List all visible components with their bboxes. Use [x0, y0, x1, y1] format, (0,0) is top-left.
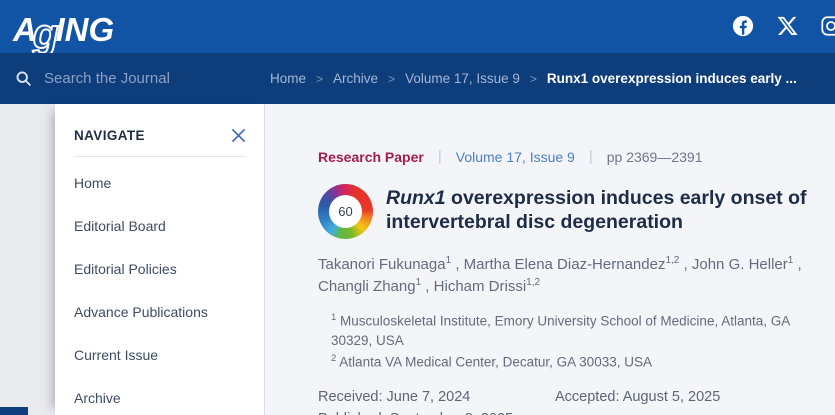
divider: | — [589, 148, 593, 165]
sidebar: NAVIGATE Home Editorial Board Editorial Po… — [55, 104, 265, 415]
main-area: NAVIGATE Home Editorial Board Editorial Po… — [0, 104, 835, 415]
breadcrumb: Home > Archive > Volume 17, Issue 9 > Runx1 ov… — [270, 71, 797, 86]
altmetric-score: 60 — [329, 195, 362, 228]
sidebar-menu: Home Editorial Board Editorial Policies Adv… — [74, 165, 246, 415]
breadcrumb-current: Runx1 overexpression induces early ... — [547, 71, 797, 86]
title-row: 60 Runx1 overexpression induces early on… — [318, 184, 835, 239]
sidebar-item-home[interactable]: Home — [74, 165, 246, 200]
sidebar-header: NAVIGATE — [74, 128, 246, 157]
breadcrumb-link-home[interactable]: Home — [270, 71, 306, 86]
affiliation-sup: 2 — [331, 353, 336, 364]
page-range: pp 2369—2391 — [607, 149, 703, 165]
author-name[interactable]: Changli Zhang1 — [318, 278, 421, 295]
article-dates: Received: June 7, 2024 Accepted: August … — [318, 387, 835, 415]
author-affiliation-sup: 1 — [446, 255, 452, 266]
author-affiliation-sup: 1 — [788, 255, 794, 266]
search-placeholder: Search the Journal — [44, 70, 170, 87]
author-affiliation-sup: 1,2 — [665, 255, 679, 266]
social-links — [732, 15, 835, 37]
article-title: Runx1 overexpression induces early onset… — [386, 186, 835, 235]
author-list: Takanori Fukunaga1 , Martha Elena Diaz-H… — [318, 254, 823, 298]
breadcrumb-separator: > — [316, 72, 323, 86]
article-meta-row: Research Paper | Volume 17, Issue 9 | pp… — [318, 148, 835, 165]
bottom-left-chip — [0, 407, 28, 415]
sidebar-item-archive[interactable]: Archive — [74, 380, 246, 415]
article-type-label: Research Paper — [318, 149, 424, 165]
page: AgING Search the Journal Home > Archive > Vo… — [0, 0, 835, 415]
sidebar-title: NAVIGATE — [74, 128, 145, 143]
author-name[interactable]: Takanori Fukunaga1 — [318, 256, 451, 273]
breadcrumb-link-volume-17-issue-9[interactable]: Volume 17, Issue 9 — [405, 71, 520, 86]
logo-text-ing: ING — [56, 13, 115, 46]
article-header: Research Paper | Volume 17, Issue 9 | pp… — [265, 104, 835, 415]
search-icon — [15, 70, 32, 87]
logo-text-g: g — [33, 13, 59, 54]
facebook-icon[interactable] — [732, 15, 754, 37]
author-affiliation-sup: 1,2 — [526, 277, 540, 288]
author-name[interactable]: Hicham Drissi1,2 — [434, 278, 540, 295]
breadcrumb-separator: > — [388, 72, 395, 86]
sidebar-item-advance-publications[interactable]: Advance Publications — [74, 294, 246, 329]
breadcrumb-separator: > — [530, 72, 537, 86]
author-name[interactable]: John G. Heller1 — [692, 256, 793, 273]
top-header-bar: AgING — [0, 0, 835, 53]
sidebar-item-editorial-policies[interactable]: Editorial Policies — [74, 251, 246, 286]
left-gutter — [0, 104, 55, 415]
affiliation-sup: 1 — [331, 312, 336, 323]
article-title-italic: Runx1 — [386, 187, 446, 209]
accepted-date: Accepted: August 5, 2025 — [555, 387, 720, 409]
altmetric-badge[interactable]: 60 — [318, 184, 373, 239]
secondary-nav-bar: Search the Journal Home > Archive > Volume 1… — [0, 53, 835, 104]
published-date: Published: September 8, 2025 — [318, 409, 835, 415]
x-icon[interactable] — [776, 15, 798, 37]
author-affiliation-sup: 1 — [416, 277, 422, 288]
sidebar-item-current-issue[interactable]: Current Issue — [74, 337, 246, 372]
instagram-icon[interactable] — [820, 15, 835, 37]
issue-link[interactable]: Volume 17, Issue 9 — [456, 149, 575, 165]
article-title-rest: overexpression induces early onset of in… — [386, 187, 807, 233]
received-date: Received: June 7, 2024 — [318, 387, 555, 409]
close-icon[interactable] — [231, 128, 246, 143]
journal-logo[interactable]: AgING — [13, 6, 114, 48]
affiliation-list: 1 Musculoskeletal Institute, Emory Unive… — [331, 311, 811, 373]
search-input[interactable]: Search the Journal — [0, 70, 270, 87]
divider: | — [438, 148, 442, 165]
breadcrumb-link-archive[interactable]: Archive — [333, 71, 378, 86]
affiliation-item: 1 Musculoskeletal Institute, Emory Unive… — [331, 311, 811, 352]
affiliation-item: 2 Atlanta VA Medical Center, Decatur, GA… — [331, 352, 811, 373]
sidebar-item-editorial-board[interactable]: Editorial Board — [74, 208, 246, 243]
dates-row: Received: June 7, 2024 Accepted: August … — [318, 387, 835, 409]
author-name[interactable]: Martha Elena Diaz-Hernandez1,2 — [464, 256, 680, 273]
